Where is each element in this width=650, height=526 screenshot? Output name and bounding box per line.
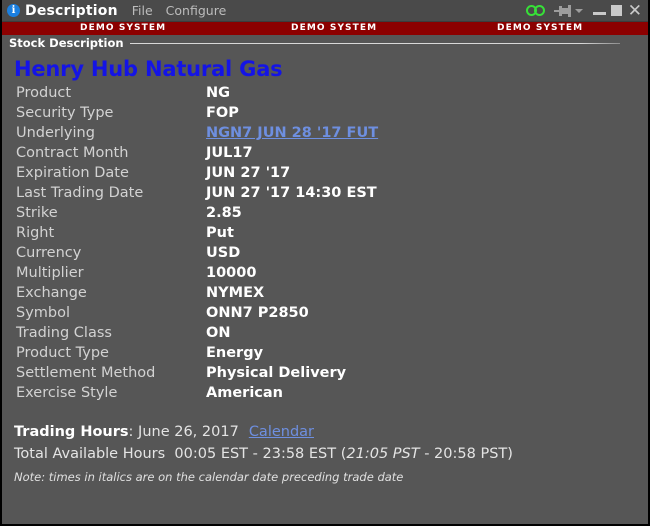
- detail-label: Strike: [16, 205, 58, 221]
- total-available-hours-line: Total Available Hours 00:05 EST - 23:58 …: [14, 443, 648, 465]
- detail-value: FOP: [206, 105, 239, 121]
- info-icon: i: [7, 4, 20, 17]
- detail-row: Currency USD: [14, 243, 378, 263]
- detail-value: Put: [206, 225, 234, 241]
- italics-note: Note: times in italics are on the calend…: [14, 470, 404, 484]
- detail-value: NYMEX: [206, 285, 265, 301]
- detail-row: Exchange NYMEX: [14, 283, 378, 303]
- detail-value: American: [206, 385, 283, 401]
- detail-row: Product NG: [14, 83, 378, 103]
- detail-value: JUN 27 '17: [206, 165, 291, 181]
- trading-hours-date-line: Trading Hours: June 26, 2017 Calendar: [14, 421, 648, 443]
- instrument-title: Henry Hub Natural Gas: [14, 57, 283, 81]
- detail-value: 2.85: [206, 205, 242, 221]
- detail-row: Last Trading Date JUN 27 '17 14:30 EST: [14, 183, 378, 203]
- detail-value: ON: [206, 325, 231, 341]
- detail-value: ONN7 P2850: [206, 305, 309, 321]
- underlying-link[interactable]: NGN7 JUN 28 '17 FUT: [206, 125, 378, 141]
- detail-row: Exercise Style American: [14, 383, 378, 403]
- detail-value: USD: [206, 245, 241, 261]
- total-available-hours-est: 00:05 EST - 23:58 EST: [174, 446, 337, 462]
- instrument-details-body: Product NG Security Type FOP Underlying NGN7 …: [14, 83, 378, 403]
- calendar-link[interactable]: Calendar: [249, 424, 314, 440]
- total-available-hours-label: Total Available Hours: [14, 446, 166, 462]
- detail-row: Multiplier 10000: [14, 263, 378, 283]
- close-button[interactable]: ✕: [628, 2, 642, 19]
- detail-row: Strike 2.85: [14, 203, 378, 223]
- detail-label: Product: [16, 85, 72, 101]
- detail-row: Trading Class ON: [14, 323, 378, 343]
- description-window: i Description File Configure ✕ DEMO SYST…: [0, 0, 650, 526]
- detail-label: Exercise Style: [16, 385, 118, 401]
- pst-start-time: 21:05 PST: [346, 446, 420, 462]
- detail-label: Settlement Method: [16, 365, 156, 381]
- trading-hours-section: Trading Hours: June 26, 2017 Calendar Tot…: [2, 403, 648, 484]
- detail-label: Exchange: [16, 285, 87, 301]
- minimize-button[interactable]: [592, 12, 606, 15]
- demo-system-label: DEMO SYSTEM: [497, 23, 584, 33]
- title-bar: i Description File Configure ✕: [2, 0, 648, 22]
- detail-value: JUL17: [206, 145, 253, 161]
- group-box-divider: [129, 42, 620, 44]
- detail-row: Security Type FOP: [14, 103, 378, 123]
- demo-system-label: DEMO SYSTEM: [80, 23, 167, 33]
- detail-label: Symbol: [16, 305, 71, 321]
- detail-label: Security Type: [16, 105, 114, 121]
- demo-system-label: DEMO SYSTEM: [291, 23, 378, 33]
- detail-row: Settlement Method Physical Delivery: [14, 363, 378, 383]
- detail-value: JUN 27 '17 14:30 EST: [206, 185, 377, 201]
- detail-row: Symbol ONN7 P2850: [14, 303, 378, 323]
- menu-item-configure[interactable]: Configure: [166, 3, 227, 18]
- detail-label: Contract Month: [16, 145, 129, 161]
- detail-row: Expiration Date JUN 27 '17: [14, 163, 378, 183]
- detail-label: Expiration Date: [16, 165, 129, 181]
- pin-group[interactable]: [553, 4, 583, 17]
- detail-value: Physical Delivery: [206, 365, 347, 381]
- menu-item-file[interactable]: File: [132, 3, 153, 18]
- detail-label: Right: [16, 225, 55, 241]
- detail-label: Trading Class: [16, 325, 112, 341]
- pin-icon[interactable]: [553, 4, 572, 17]
- detail-label: Multiplier: [16, 265, 84, 281]
- maximize-button[interactable]: [610, 5, 622, 16]
- instrument-details-table: Product NG Security Type FOP Underlying NGN7 …: [14, 83, 378, 403]
- trading-hours-date: : June 26, 2017: [128, 424, 239, 440]
- detail-label: Currency: [16, 245, 82, 261]
- title-bar-controls: ✕: [525, 2, 644, 19]
- detail-row: Contract Month JUL17: [14, 143, 378, 163]
- detail-label: Underlying: [16, 125, 95, 141]
- pst-end-time: - 20:58 PST): [419, 446, 513, 462]
- detail-row: Underlying NGN7 JUN 28 '17 FUT: [14, 123, 378, 143]
- detail-value: Energy: [206, 345, 264, 361]
- trading-hours-heading: Trading Hours: [14, 424, 129, 440]
- group-box-label: Stock Description: [9, 36, 124, 50]
- detail-row: Product Type Energy: [14, 343, 378, 363]
- group-box-header: Stock Description: [2, 35, 648, 51]
- detail-label: Product Type: [16, 345, 109, 361]
- detail-row: Right Put: [14, 223, 378, 243]
- detail-value[interactable]: NGN7 JUN 28 '17 FUT: [206, 123, 378, 143]
- detail-value: 10000: [206, 265, 257, 281]
- detail-value: NG: [206, 85, 231, 101]
- menu-bar: File Configure: [132, 3, 227, 18]
- detail-label: Last Trading Date: [16, 185, 144, 201]
- chevron-down-icon[interactable]: [574, 8, 583, 13]
- description-content: Henry Hub Natural Gas Product NG Security …: [2, 51, 648, 403]
- window-title: Description: [25, 2, 118, 19]
- chain-link-icon[interactable]: [525, 4, 550, 17]
- demo-system-banner: DEMO SYSTEM DEMO SYSTEM DEMO SYSTEM: [2, 22, 648, 35]
